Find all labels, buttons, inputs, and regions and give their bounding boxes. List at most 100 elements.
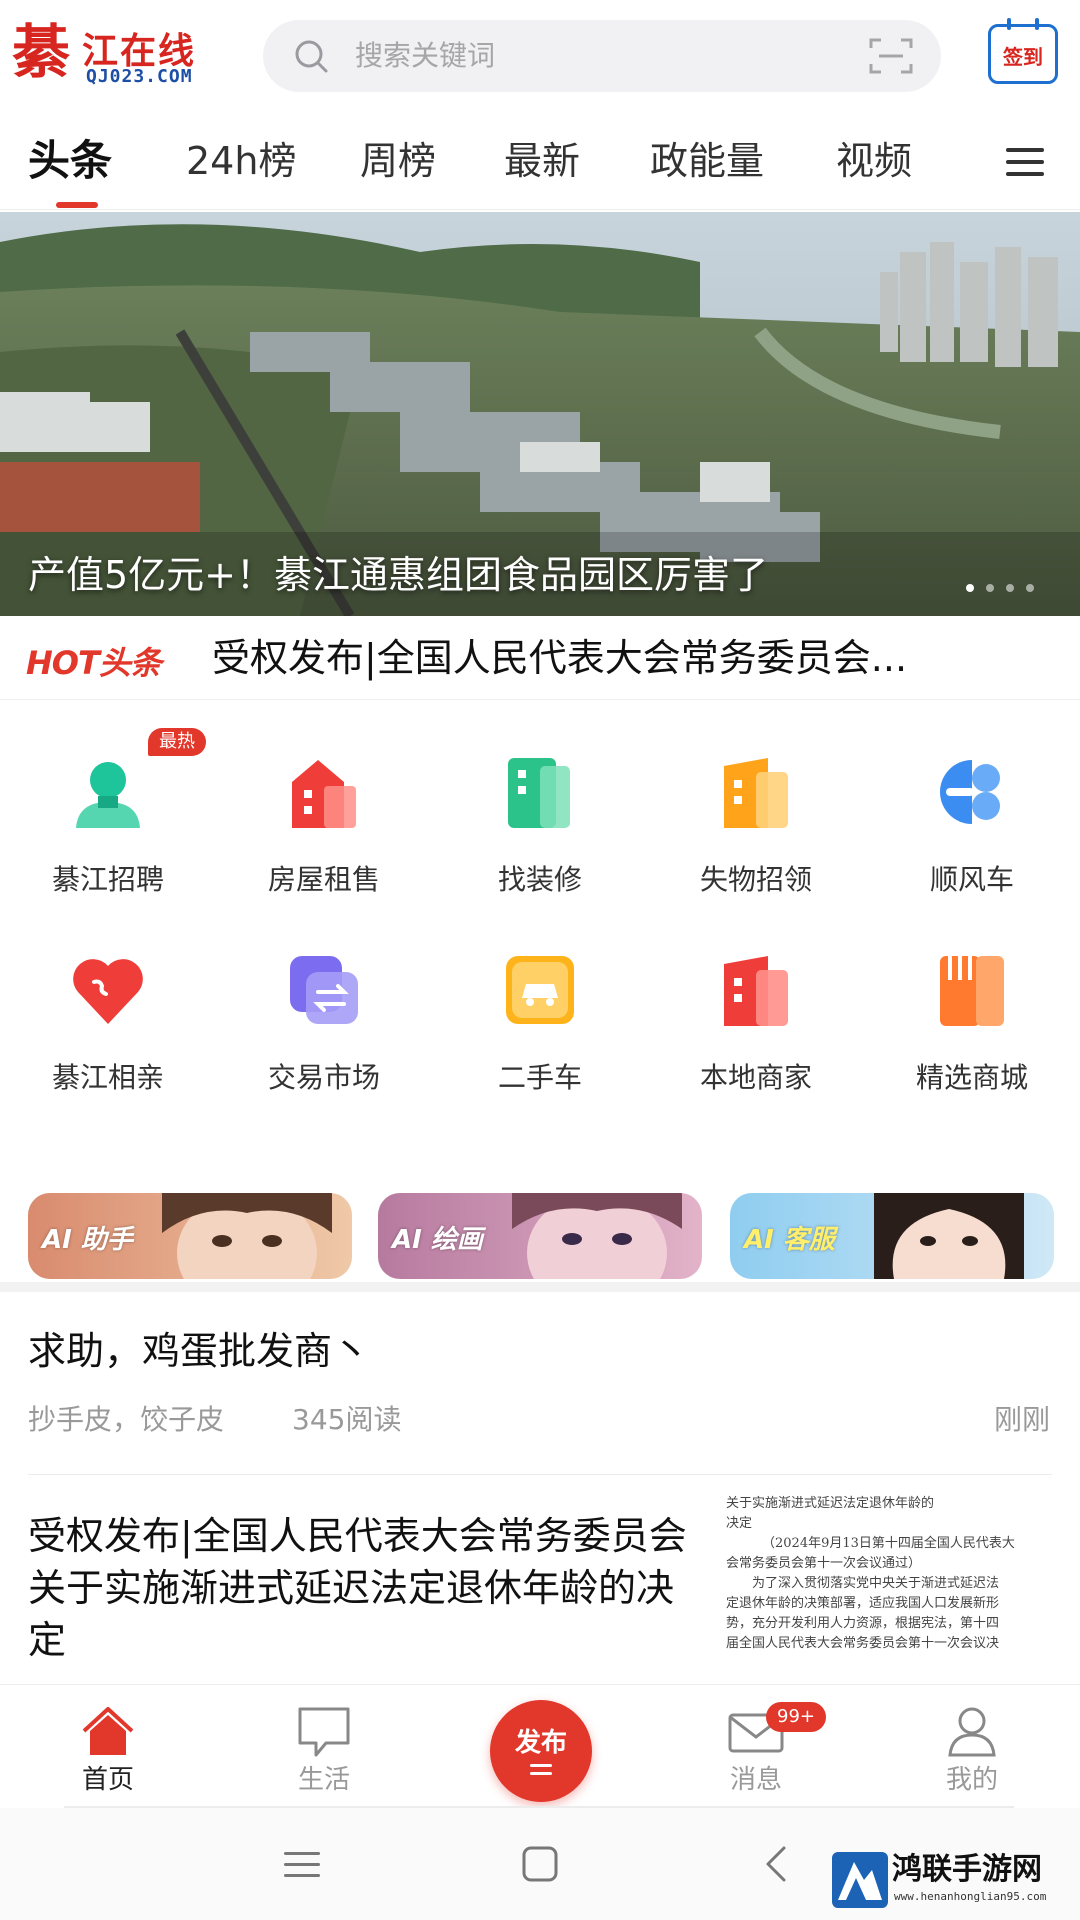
carousel-dot xyxy=(966,584,974,592)
building-icon xyxy=(508,758,570,828)
home-button-icon[interactable] xyxy=(518,1844,562,1884)
post-thumbnail[interactable]: 关于实施渐进式延迟法定退休年龄的 决定 （2024年9月13日第十四届全国人民代… xyxy=(726,1494,1052,1684)
post-time: 刚刚 xyxy=(993,1403,1050,1436)
recent-apps-icon[interactable] xyxy=(280,1844,324,1884)
grid-item-market[interactable]: 交易市场 xyxy=(234,950,414,1120)
nav-label: 首页 xyxy=(81,1765,134,1795)
publish-button[interactable]: 发布 xyxy=(490,1700,592,1802)
exchange-icon xyxy=(290,956,358,1024)
post-title[interactable]: 求助，鸡蛋批发商丶 xyxy=(28,1326,370,1376)
ai-card-label: AI 助手 xyxy=(42,1225,133,1255)
tab-weekly[interactable]: 周榜 xyxy=(360,136,436,186)
nav-label: 生活 xyxy=(297,1765,350,1795)
home-icon xyxy=(82,1707,134,1755)
hot-badge: HOT头条 xyxy=(26,644,162,682)
menu-icon[interactable] xyxy=(1004,142,1046,182)
tab-policy[interactable]: 政能量 xyxy=(650,136,764,186)
publish-line xyxy=(530,1764,552,1767)
shop-icon xyxy=(724,956,788,1026)
ai-drawing-card[interactable]: AI 绘画 xyxy=(378,1193,702,1279)
post-tags: 抄手皮，饺子皮 xyxy=(28,1403,225,1436)
ai-portrait-image xyxy=(512,1193,682,1279)
grid-item-dating[interactable]: 綦江相亲 xyxy=(18,950,198,1120)
thumb-line: 定退休年龄的决策部署，适应我国人口发展新形 xyxy=(726,1596,1000,1611)
grid-item-used-cars[interactable]: 二手车 xyxy=(450,950,630,1120)
section-separator xyxy=(0,1282,1080,1292)
tab-latest[interactable]: 最新 xyxy=(504,136,580,186)
watermark-url: www.henanhonglian95.com xyxy=(894,1890,1047,1903)
watermark-name: 鸿联手游网 xyxy=(892,1852,1042,1887)
ai-portrait-image xyxy=(874,1193,1024,1279)
grid-label: 顺风车 xyxy=(929,863,1014,896)
hot-tag: 最热 xyxy=(148,728,206,756)
ai-card-label: AI 绘画 xyxy=(392,1225,483,1255)
grid-label: 綦江相亲 xyxy=(51,1061,164,1094)
thumb-line: 决定 xyxy=(726,1516,753,1531)
thumb-line: （2024年9月13日第十四届全国人民代表大 xyxy=(762,1536,1015,1551)
banner-carousel[interactable]: 产值5亿元+！綦江通惠组团食品园区厉害了 xyxy=(0,212,1080,616)
ai-portrait-image xyxy=(162,1193,332,1279)
scan-icon[interactable] xyxy=(869,36,913,76)
checkin-label: 签到 xyxy=(1003,45,1043,69)
hot-headline-text: 受权发布|全国人民代表大会常务委员会... xyxy=(212,636,908,680)
message-badge: 99+ xyxy=(766,1702,826,1732)
app-logo[interactable]: 綦 江在线 QJ023.COM xyxy=(12,18,227,94)
heart-icon xyxy=(73,959,143,1024)
post-title[interactable]: 受权发布|全国人民代表大会常务委员会关于实施渐进式延迟法定退休年龄的决定 xyxy=(28,1510,698,1666)
grid-item-carpool[interactable]: 顺风车 xyxy=(882,752,1062,922)
nav-label: 我的 xyxy=(945,1765,998,1795)
nav-life[interactable]: 生活 xyxy=(244,1705,404,1805)
car-share-icon xyxy=(940,760,1000,824)
checkin-button[interactable]: 签到 xyxy=(988,18,1058,84)
grid-label: 交易市场 xyxy=(267,1061,380,1094)
thumb-line: 届全国人民代表大会常务委员会第十一次会议决 xyxy=(726,1636,1000,1651)
search-placeholder: 搜索关键词 xyxy=(355,39,496,72)
thumb-line: 会常务委员会第十一次会议通过） xyxy=(726,1556,922,1571)
grid-label: 二手车 xyxy=(497,1061,582,1094)
publish-label: 发布 xyxy=(514,1728,567,1758)
grid-label: 找装修 xyxy=(497,863,582,896)
grid-item-jobs[interactable]: 綦江招聘 xyxy=(18,752,198,922)
carousel-dots xyxy=(966,584,1066,594)
grid-label: 精选商城 xyxy=(915,1061,1028,1094)
grid-label: 本地商家 xyxy=(699,1061,812,1094)
watermark-logo xyxy=(832,1852,888,1908)
tab-24h[interactable]: 24h榜 xyxy=(186,136,296,186)
watermark: 鸿联手游网 www.henanhonglian95.com xyxy=(832,1852,1072,1912)
publish-line xyxy=(530,1772,552,1775)
chat-icon xyxy=(298,1707,350,1757)
thumb-line: 势，充分开发利用人力资源，根据宪法，第十四 xyxy=(726,1616,1000,1631)
tab-headline[interactable]: 头条 xyxy=(28,136,112,186)
ai-service-card[interactable]: AI 客服 xyxy=(730,1193,1054,1279)
hot-headline[interactable]: HOT头条 受权发布|全国人民代表大会常务委员会... xyxy=(0,616,1080,700)
grid-label: 房屋租售 xyxy=(267,863,380,896)
grid-item-renovation[interactable]: 找装修 xyxy=(450,752,630,922)
grid-label: 綦江招聘 xyxy=(51,863,164,896)
grid-item-mall[interactable]: 精选商城 xyxy=(882,950,1062,1120)
back-icon[interactable] xyxy=(756,1844,800,1884)
nav-home[interactable]: 首页 xyxy=(28,1705,188,1805)
person-icon xyxy=(76,762,140,828)
search-bar[interactable]: 搜索关键词 xyxy=(263,20,941,92)
header: 綦 江在线 QJ023.COM 搜索关键词 签到 xyxy=(0,0,1080,110)
house-icon xyxy=(292,760,356,828)
grid-label: 失物招领 xyxy=(699,863,812,896)
carousel-dot xyxy=(986,584,994,592)
carousel-dot xyxy=(1006,584,1014,592)
grid-item-lost-found[interactable]: 失物招领 xyxy=(666,752,846,922)
user-icon xyxy=(948,1707,996,1757)
logo-domain: QJ023.COM xyxy=(86,66,193,87)
search-icon xyxy=(295,40,328,73)
ai-assistant-card[interactable]: AI 助手 xyxy=(28,1193,352,1279)
thumb-line: 关于实施渐进式延迟法定退休年龄的 xyxy=(726,1496,935,1511)
tab-video[interactable]: 视频 xyxy=(836,136,912,186)
category-tabs: 头条 24h榜 周榜 最新 政能量 视频 xyxy=(0,118,1080,210)
ai-card-label: AI 客服 xyxy=(744,1225,835,1255)
box-icon xyxy=(724,758,788,828)
nav-profile[interactable]: 我的 xyxy=(892,1705,1052,1805)
grid-item-local-shops[interactable]: 本地商家 xyxy=(666,950,846,1120)
cutlery-icon xyxy=(940,956,1004,1026)
divider xyxy=(28,1474,1052,1475)
post-views: 345阅读 xyxy=(292,1403,402,1436)
grid-item-housing[interactable]: 房屋租售 xyxy=(234,752,414,922)
